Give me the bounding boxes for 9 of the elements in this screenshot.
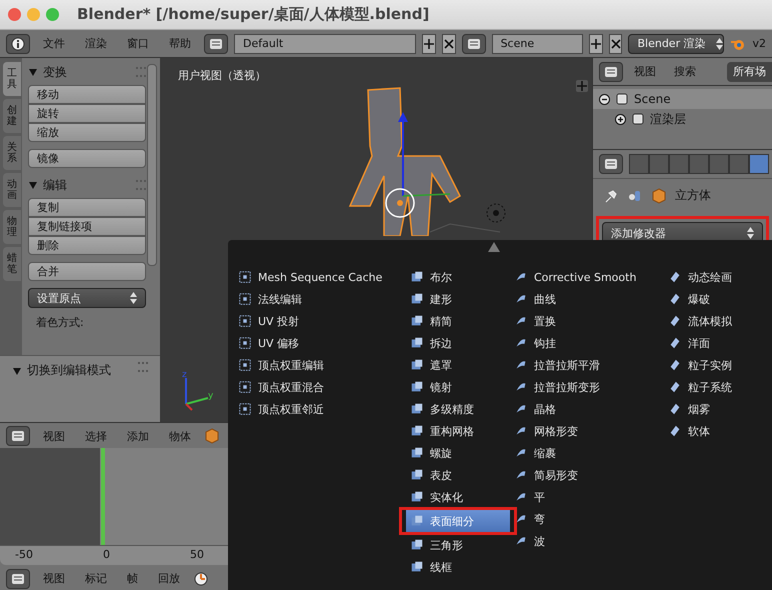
frame-tick-label: 0 [103, 548, 110, 561]
window-title: Blender* [/home/super/桌面/人体模型.blend] [77, 5, 430, 24]
version-label: v2 [752, 37, 766, 50]
frame-tick-label: -50 [15, 548, 33, 561]
object-name: 立方体 [675, 187, 711, 204]
frame-tick-label: 50 [190, 548, 204, 561]
axis-gizmo-drawing: z y [178, 368, 218, 412]
section-label: 着色方式: [35, 315, 85, 330]
viewport-label: 用户视图（透视） [178, 68, 266, 83]
